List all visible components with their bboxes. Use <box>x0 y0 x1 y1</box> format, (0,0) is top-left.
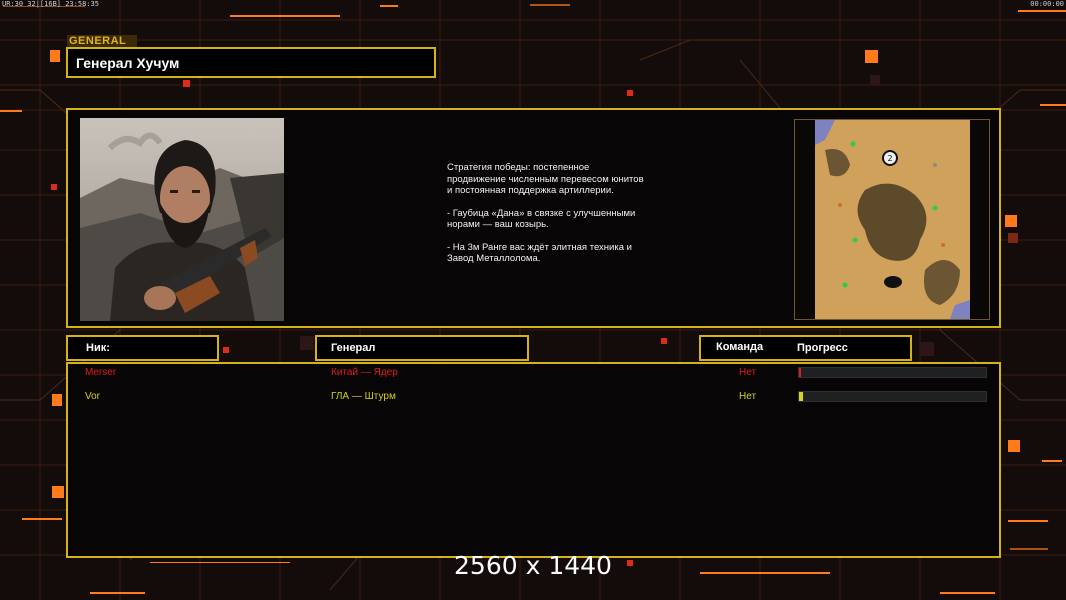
row-1-nick: Merser <box>85 367 117 378</box>
row-1-team: Нет <box>739 367 757 378</box>
general-name: Генерал Хучум <box>76 55 180 71</box>
briefing-strategy: Стратегия победы: постепенное продвижени… <box>447 162 644 196</box>
briefing-tip-2: - На 3м Ранге вас ждёт элитная техника и… <box>447 241 632 265</box>
header-nick-box: Ник: <box>66 335 219 361</box>
general-briefing: Стратегия победы: постепенное продвижени… <box>447 162 647 276</box>
header-progress: Прогресс <box>797 342 848 354</box>
general-portrait-icon <box>80 118 284 321</box>
header-general: Генерал <box>331 342 376 354</box>
resolution-label: 2560 x 1440 <box>454 551 612 580</box>
map-preview-icon: 2 <box>794 119 990 320</box>
header-team-progress-box: Команда Прогресс <box>699 335 912 361</box>
hud-fps-clock: UR:30 32|[16B] 23:58:35 <box>2 0 99 8</box>
briefing-tip-1: - Гаубица «Дана» в связке с улучшенными … <box>447 207 636 231</box>
row-2-general: ГЛА — Штурм <box>331 391 396 402</box>
row-2-progress-fill <box>799 392 803 401</box>
header-nick: Ник: <box>86 342 110 354</box>
header-general-box: Генерал <box>315 335 529 361</box>
header-team: Команда <box>716 341 764 353</box>
row-1-general: Китай — Ядер <box>331 367 398 378</box>
row-2-nick: Vor <box>85 391 101 402</box>
row-2-progress-bar <box>798 391 987 402</box>
general-title-box: Генерал Хучум <box>66 47 436 78</box>
map-start-marker: 2 <box>887 154 892 163</box>
row-1-progress-fill <box>799 368 801 377</box>
row-2-team: Нет <box>739 391 757 402</box>
row-1-progress-bar <box>798 367 987 378</box>
hud-timer: 00:00:00 <box>1030 0 1064 8</box>
